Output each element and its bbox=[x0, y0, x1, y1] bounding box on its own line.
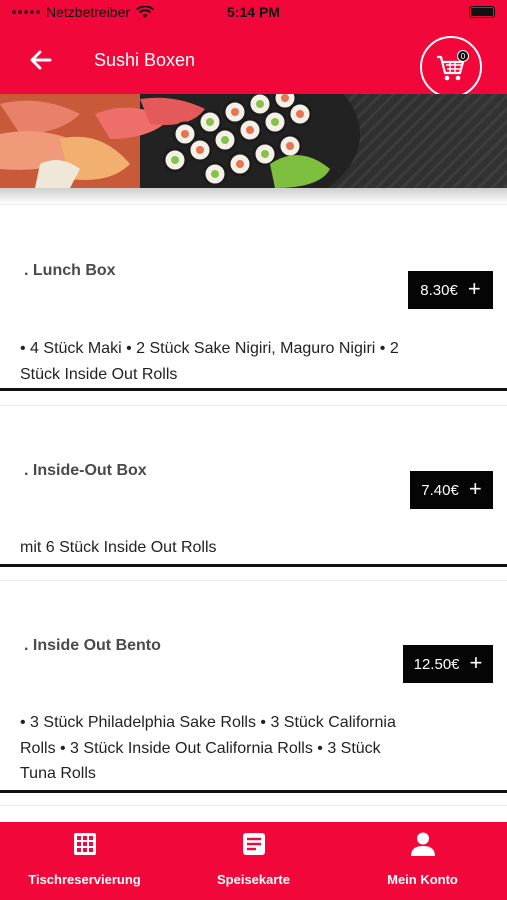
product-title: . Lunch Box bbox=[24, 262, 116, 279]
user-icon bbox=[410, 831, 436, 857]
product-price: 8.30€ bbox=[420, 281, 458, 299]
back-button[interactable] bbox=[22, 46, 54, 74]
bottom-navigation: Tischreservierung Speisekarte Mein Konto bbox=[0, 822, 507, 900]
add-to-cart-button[interactable]: 8.30€ + bbox=[408, 271, 493, 309]
product-description: mit 6 Stück Inside Out Rolls bbox=[20, 539, 217, 556]
hero-shadow bbox=[0, 188, 507, 204]
cart-button[interactable]: 0 bbox=[420, 36, 482, 98]
nav-item-speisekarte[interactable]: Speisekarte bbox=[169, 822, 338, 900]
page-title: Sushi Boxen bbox=[94, 50, 196, 70]
nav-item-tischreservierung[interactable]: Tischreservierung bbox=[0, 822, 169, 900]
add-to-cart-button[interactable]: 7.40€ + bbox=[410, 471, 493, 509]
status-bar: Netzbetreiber 5:14 PM bbox=[0, 0, 507, 26]
cart-count-badge: 0 bbox=[457, 50, 469, 62]
battery-icon bbox=[469, 6, 495, 18]
plus-icon: + bbox=[467, 275, 481, 301]
nav-label: Mein Konto bbox=[387, 872, 458, 887]
nav-label: Speisekarte bbox=[217, 872, 290, 887]
plus-icon: + bbox=[468, 475, 482, 501]
add-to-cart-button[interactable]: 12.50€ + bbox=[403, 645, 493, 683]
nav-label: Tischreservierung bbox=[28, 872, 141, 887]
app-header: Sushi Boxen 0 bbox=[0, 26, 507, 98]
nav-item-mein-konto[interactable]: Mein Konto bbox=[338, 822, 507, 900]
grid-icon bbox=[73, 831, 97, 857]
product-card: . Inside-Out Box 7.40€ + mit 6 Stück Ins… bbox=[0, 405, 507, 564]
arrow-left-icon bbox=[30, 50, 52, 70]
product-description: • 3 Stück Philadelphia Sake Rolls • 3 St… bbox=[20, 714, 396, 782]
product-title: . Inside Out Bento bbox=[24, 637, 161, 654]
product-card: . Lunch Box 8.30€ + • 4 Stück Maki • 2 S… bbox=[0, 204, 507, 388]
sushi-platter-image bbox=[0, 94, 360, 188]
hero-sushi-image bbox=[0, 94, 507, 188]
product-description: • 4 Stück Maki • 2 Stück Sake Nigiri, Ma… bbox=[20, 340, 399, 383]
product-price: 7.40€ bbox=[421, 481, 459, 499]
product-price: 12.50€ bbox=[413, 655, 460, 673]
plus-icon: + bbox=[469, 649, 483, 675]
status-time: 5:14 PM bbox=[227, 4, 280, 20]
product-title: . Inside-Out Box bbox=[24, 462, 147, 479]
menu-list-icon bbox=[242, 831, 266, 857]
next-card-peek bbox=[0, 805, 507, 822]
product-card: . Inside Out Bento 12.50€ + • 3 Stück Ph… bbox=[0, 580, 507, 790]
